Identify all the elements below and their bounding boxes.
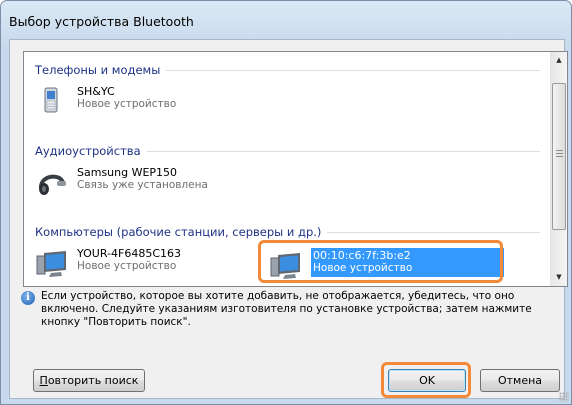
group-label: Телефоны и модемы bbox=[35, 63, 161, 77]
group-label: Компьютеры (рабочие станции, серверы и д… bbox=[35, 225, 322, 239]
device-status: Новое устройство bbox=[77, 260, 177, 272]
retry-search-button[interactable]: Повторить поиск bbox=[33, 369, 145, 392]
info-message: i Если устройство, которое вы хотите доб… bbox=[21, 290, 561, 329]
group-divider bbox=[327, 231, 540, 233]
vertical-scrollbar[interactable]: ▲ ▼ bbox=[550, 52, 567, 286]
device-name: Samsung WEP150 bbox=[77, 166, 178, 179]
device-name: YOUR-4F6485C163 bbox=[77, 247, 181, 260]
group-divider bbox=[146, 150, 540, 152]
info-icon: i bbox=[21, 291, 35, 305]
resize-grip-icon[interactable] bbox=[559, 392, 569, 402]
device-status: Связь уже установлена bbox=[77, 179, 208, 191]
cancel-button[interactable]: Отмена bbox=[480, 369, 560, 392]
headset-icon bbox=[35, 165, 69, 199]
scroll-up-arrow-icon[interactable]: ▲ bbox=[551, 52, 567, 69]
device-list[interactable]: Телефоны и модемы SH&YC Новое устройство… bbox=[23, 51, 568, 287]
group-divider bbox=[166, 69, 540, 71]
group-header-computers: Компьютеры (рабочие станции, серверы и д… bbox=[35, 224, 540, 240]
device-status: Новое устройство bbox=[313, 262, 413, 274]
device-item-your-4f6485c163[interactable]: YOUR-4F6485C163 Новое устройство bbox=[35, 246, 181, 280]
computer-icon bbox=[269, 248, 303, 282]
info-text: Если устройство, которое вы хотите добав… bbox=[41, 290, 532, 328]
computer-icon bbox=[35, 246, 69, 280]
scroll-down-arrow-icon[interactable]: ▼ bbox=[551, 269, 567, 286]
device-item-00-10-c6-7f-3b-e2[interactable]: 00:10:c6:7f:3b:e2 Новое устройство bbox=[269, 248, 504, 282]
device-item-samsung-wep150[interactable]: Samsung WEP150 Связь уже установлена bbox=[35, 165, 208, 199]
scrollbar-thumb[interactable] bbox=[552, 83, 566, 230]
group-header-phones: Телефоны и модемы bbox=[35, 62, 540, 78]
group-label: Аудиоустройства bbox=[35, 144, 141, 158]
group-header-audio: Аудиоустройства bbox=[35, 143, 540, 159]
device-name: SH&YC bbox=[77, 85, 115, 98]
device-status: Новое устройство bbox=[77, 98, 177, 110]
device-name: 00:10:c6:7f:3b:e2 bbox=[313, 249, 411, 262]
device-item-sh-yc[interactable]: SH&YC Новое устройство bbox=[35, 84, 176, 118]
phone-icon bbox=[35, 84, 69, 118]
window-title: Выбор устройства Bluetooth bbox=[9, 14, 194, 29]
ok-button[interactable]: OK bbox=[388, 369, 466, 392]
scrollbar-grip-icon bbox=[556, 150, 563, 157]
